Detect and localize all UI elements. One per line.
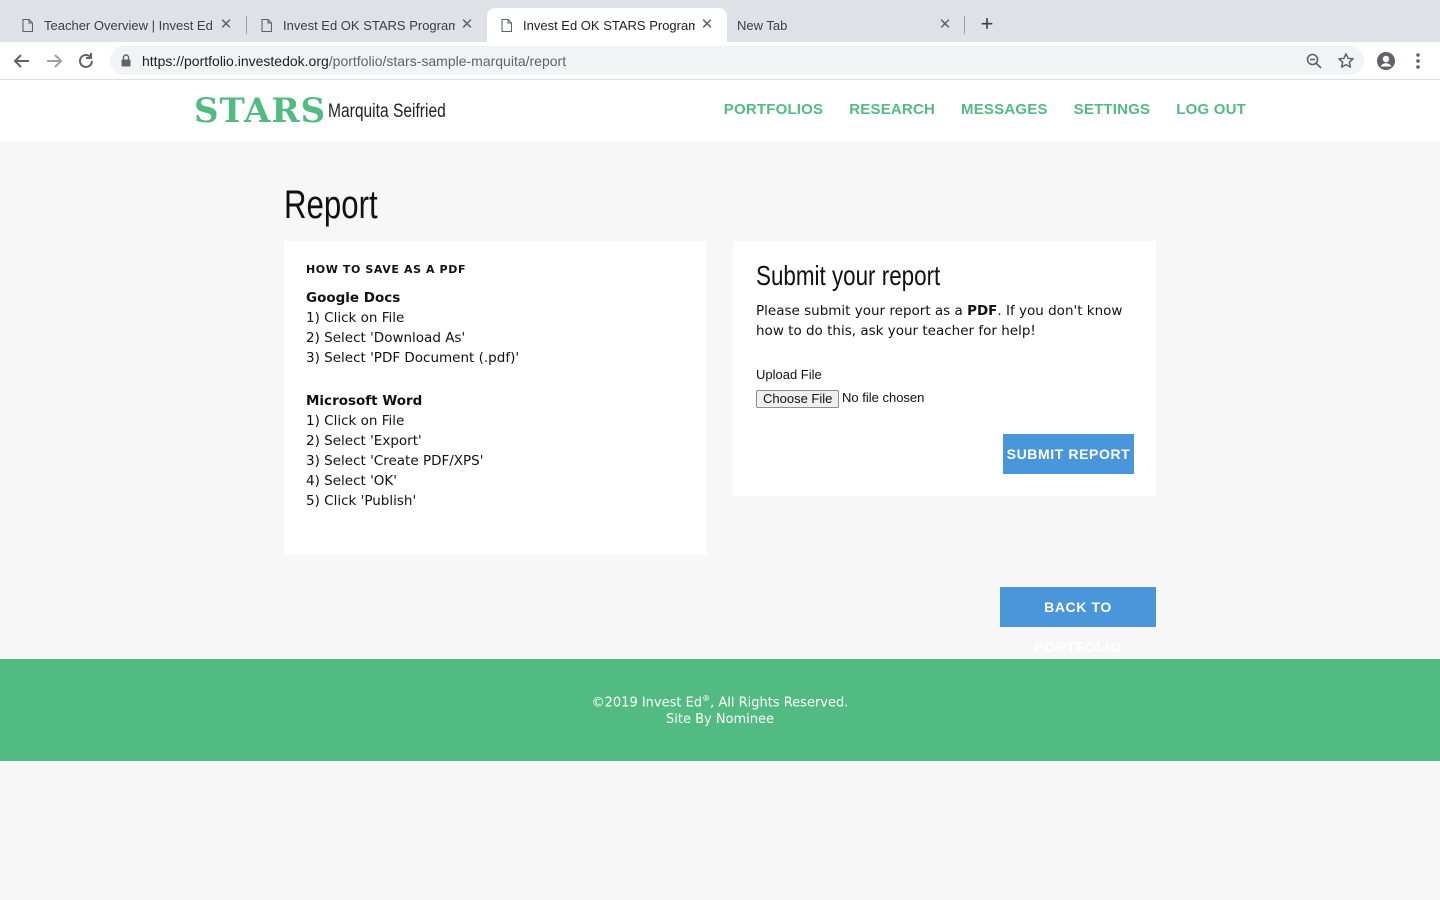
page-title: Report bbox=[284, 183, 378, 227]
new-tab-button[interactable]: + bbox=[974, 12, 1000, 38]
zoom-icon[interactable] bbox=[1305, 52, 1323, 70]
submit-report-card: Submit your report Please submit your re… bbox=[733, 241, 1156, 496]
close-icon[interactable]: ✕ bbox=[218, 17, 234, 33]
browser-tab[interactable]: New Tab ✕ bbox=[715, 8, 965, 42]
instruction-step: 3) Select 'Create PDF/XPS' bbox=[306, 453, 484, 469]
instruction-step: 1) Click on File bbox=[306, 413, 405, 429]
registered-mark: ® bbox=[702, 694, 711, 703]
page-icon bbox=[501, 18, 512, 32]
instruction-step: 2) Select 'Export' bbox=[306, 433, 422, 449]
url-text: https://portfolio.investedok.org/portfol… bbox=[142, 53, 566, 69]
reload-icon[interactable] bbox=[75, 50, 97, 72]
instruction-step: 3) Select 'PDF Document (.pdf)' bbox=[306, 350, 520, 366]
close-icon[interactable]: ✕ bbox=[699, 17, 715, 33]
stars-logo[interactable]: STARS bbox=[194, 91, 326, 131]
browser-toolbar: https://portfolio.investedok.org/portfol… bbox=[0, 42, 1440, 80]
upload-file-label: Upload File bbox=[756, 367, 822, 382]
submit-instructions: Please submit your report as a PDF. If y… bbox=[756, 301, 1141, 341]
submit-text-bold: PDF bbox=[967, 303, 998, 319]
instruction-step: 2) Select 'Download As' bbox=[306, 330, 466, 346]
copyright-text: ©2019 Invest Ed®, All Rights Reserved. bbox=[0, 694, 1440, 710]
url-path: /portfolio/stars-sample-marquita/report bbox=[328, 53, 567, 69]
nav-messages[interactable]: MESSAGES bbox=[961, 101, 1048, 118]
tab-divider bbox=[964, 16, 965, 34]
page-icon bbox=[261, 18, 272, 32]
rights-text: , All Rights Reserved. bbox=[710, 695, 849, 711]
forward-arrow-icon[interactable] bbox=[43, 50, 65, 72]
back-arrow-icon[interactable] bbox=[11, 50, 33, 72]
site-header: STARS Marquita Seifried PORTFOLIOS RESEA… bbox=[0, 80, 1440, 142]
browser-tab-active[interactable]: Invest Ed OK STARS Program ✕ bbox=[487, 8, 727, 42]
address-bar[interactable]: https://portfolio.investedok.org/portfol… bbox=[110, 46, 1364, 75]
browser-tab[interactable]: Teacher Overview | Invest Ed ✕ bbox=[0, 8, 246, 42]
how-to-save-card: HOW TO SAVE AS A PDF Google Docs 1) Clic… bbox=[284, 241, 706, 555]
nav-settings[interactable]: SETTINGS bbox=[1074, 101, 1151, 118]
site-footer: ©2019 Invest Ed®, All Rights Reserved. S… bbox=[0, 659, 1440, 761]
microsoft-word-instructions: Microsoft Word 1) Click on File 2) Selec… bbox=[306, 391, 483, 511]
menu-dots-icon[interactable] bbox=[1408, 51, 1428, 71]
how-to-heading: HOW TO SAVE AS A PDF bbox=[306, 263, 467, 276]
profile-icon[interactable] bbox=[1376, 51, 1396, 71]
close-icon[interactable]: ✕ bbox=[459, 17, 475, 33]
submit-text-before: Please submit your report as a bbox=[756, 303, 968, 319]
lock-icon bbox=[121, 54, 131, 67]
google-docs-instructions: Google Docs 1) Click on File 2) Select '… bbox=[306, 288, 519, 368]
tab-title: Invest Ed OK STARS Program bbox=[283, 17, 455, 33]
url-host: https://portfolio.investedok.org bbox=[142, 53, 329, 69]
copyright: ©2019 Invest Ed bbox=[591, 695, 703, 711]
nav-log-out[interactable]: LOG OUT bbox=[1176, 101, 1246, 118]
instruction-step: 5) Click 'Publish' bbox=[306, 493, 417, 509]
tab-title: New Tab bbox=[737, 17, 788, 33]
google-docs-title: Google Docs bbox=[306, 290, 401, 306]
close-icon[interactable]: ✕ bbox=[937, 17, 953, 33]
main-nav: PORTFOLIOS RESEARCH MESSAGES SETTINGS LO… bbox=[698, 101, 1246, 118]
submit-report-button[interactable]: SUBMIT REPORT bbox=[1003, 434, 1134, 474]
file-status: No file chosen bbox=[842, 390, 925, 405]
nav-research[interactable]: RESEARCH bbox=[849, 101, 935, 118]
student-name: Marquita Seifried bbox=[328, 101, 446, 122]
browser-tab-bar: Teacher Overview | Invest Ed ✕ Invest Ed… bbox=[0, 0, 1440, 42]
microsoft-word-title: Microsoft Word bbox=[306, 393, 423, 409]
tab-title: Invest Ed OK STARS Program bbox=[523, 17, 695, 33]
choose-file-button[interactable]: Choose File bbox=[756, 390, 840, 408]
instruction-step: 4) Select 'OK' bbox=[306, 473, 397, 489]
site-by-link[interactable]: Site By Nominee bbox=[0, 712, 1440, 727]
page-icon bbox=[22, 18, 33, 32]
instruction-step: 1) Click on File bbox=[306, 310, 405, 326]
submit-title: Submit your report bbox=[756, 260, 941, 291]
browser-tab[interactable]: Invest Ed OK STARS Program ✕ bbox=[239, 8, 487, 42]
back-to-portfolio-button[interactable]: BACK TO PORTFOLIO bbox=[1000, 587, 1156, 655]
tab-title: Teacher Overview | Invest Ed bbox=[44, 17, 213, 33]
nav-portfolios[interactable]: PORTFOLIOS bbox=[724, 101, 824, 118]
bookmark-star-icon[interactable] bbox=[1337, 52, 1355, 70]
